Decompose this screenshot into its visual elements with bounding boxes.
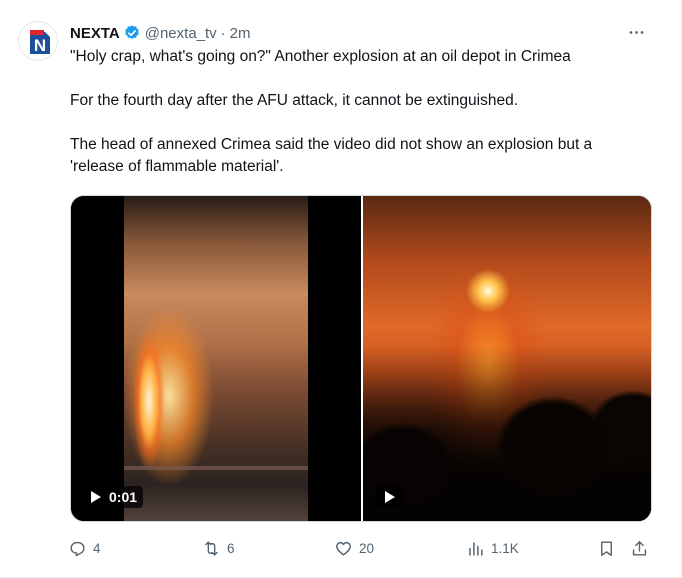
avatar-letter: N — [34, 36, 46, 55]
views-button[interactable]: 1.1K — [466, 535, 519, 561]
retweet-count: 6 — [227, 540, 235, 556]
retweet-button[interactable]: 6 — [202, 535, 235, 561]
tweet-text-line: "Holy crap, what's going on?" Another ex… — [70, 48, 571, 65]
like-button[interactable]: 20 — [334, 535, 374, 561]
reply-button[interactable]: 4 — [68, 535, 101, 561]
bookmark-button[interactable] — [597, 535, 616, 561]
author-avatar[interactable]: N — [18, 21, 58, 61]
video-player-2[interactable] — [363, 196, 651, 521]
tweet-timestamp[interactable]: 2m — [230, 25, 251, 42]
views-icon — [469, 541, 483, 556]
tweet-actions: 4 6 20 1.1K — [66, 535, 662, 561]
views-count: 1.1K — [491, 540, 519, 556]
author-handle[interactable]: @nexta_tv — [145, 25, 217, 42]
header-separator: · — [220, 24, 226, 42]
like-count: 20 — [359, 540, 375, 556]
video-player-1[interactable]: 0:01 — [71, 196, 361, 521]
bookmark-icon — [601, 540, 612, 556]
play-icon — [91, 491, 101, 503]
retweet-icon — [205, 540, 218, 556]
video-duration-badge[interactable]: 0:01 — [85, 486, 144, 508]
reply-count: 4 — [93, 540, 101, 556]
more-icon — [629, 30, 643, 34]
shoreline-visual — [124, 466, 308, 470]
more-options-button[interactable] — [624, 20, 648, 44]
tweet-text-line: The head of annexed Crimea said the vide… — [70, 136, 593, 153]
video-play-badge[interactable] — [377, 486, 403, 508]
tweet[interactable]: N NEXTA @nexta_tv · 2m "Holy crap, what'… — [0, 0, 682, 578]
tweet-text: "Holy crap, what's going on?" Another ex… — [70, 46, 662, 178]
play-icon — [385, 491, 395, 503]
reply-icon — [70, 541, 85, 556]
heart-icon — [336, 541, 351, 556]
verified-badge-icon — [124, 25, 139, 40]
tweet-text-line: For the fourth day after the AFU attack,… — [70, 92, 519, 109]
tweet-text-line: 'release of flammable material'. — [70, 158, 284, 175]
fire-visual — [131, 326, 167, 476]
video-duration: 0:01 — [109, 489, 138, 505]
nexta-logo-icon: N — [19, 22, 57, 60]
share-icon — [632, 540, 647, 556]
trees-silhouette-visual — [363, 346, 651, 521]
share-button[interactable] — [630, 535, 649, 561]
tweet-header: NEXTA @nexta_tv · 2m — [70, 22, 251, 44]
author-display-name[interactable]: NEXTA — [70, 25, 120, 42]
media-container: 0:01 — [70, 195, 652, 522]
